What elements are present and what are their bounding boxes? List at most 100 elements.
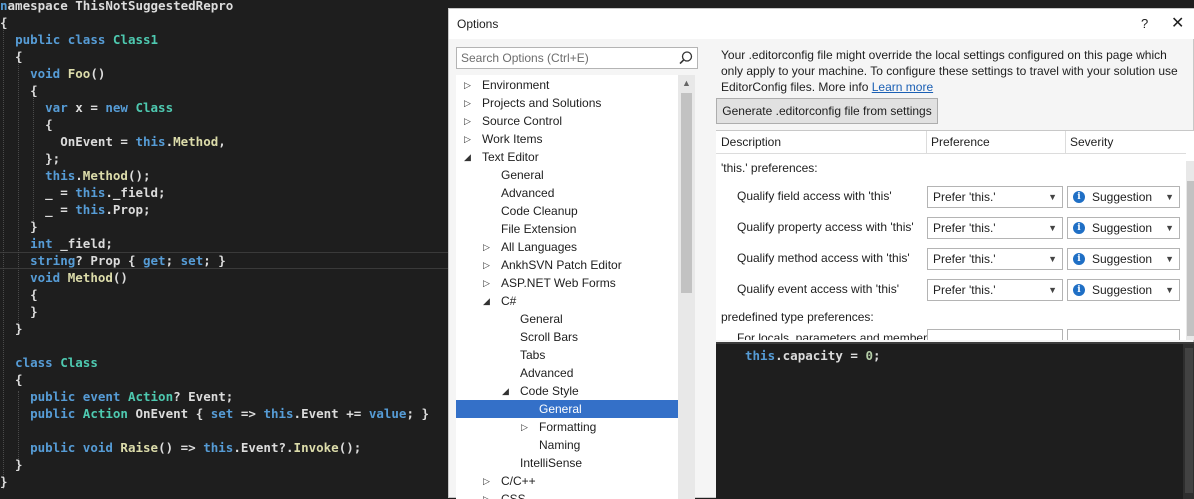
code-line[interactable]: namespace ThisNotSuggestedRepro [0, 0, 233, 14]
collapse-arrow-icon[interactable]: ◢ [502, 382, 512, 400]
code-line[interactable]: } [0, 473, 8, 490]
column-description[interactable]: Description [721, 135, 781, 149]
scrollbar-thumb[interactable] [1185, 348, 1193, 493]
code-line[interactable]: } [0, 456, 23, 473]
severity-dropdown[interactable]: i Suggestion ▼ [1067, 217, 1180, 239]
tree-item[interactable]: ▷ Work Items [456, 130, 678, 148]
tree-item[interactable]: IntelliSense [456, 454, 678, 472]
code-line[interactable]: } [0, 218, 38, 235]
tree-item[interactable]: ▷ Formatting [456, 418, 678, 436]
tree-item[interactable]: ▷ Projects and Solutions [456, 94, 678, 112]
code-line[interactable]: void Method() [0, 269, 128, 286]
close-button[interactable]: ✕ [1171, 13, 1184, 33]
code-editor[interactable]: namespace ThisNotSuggestedRepro{ public … [0, 0, 448, 498]
code-line[interactable]: _ = this.Prop; [0, 201, 150, 218]
search-options-box[interactable]: Search Options (Ctrl+E) [456, 47, 698, 69]
code-line[interactable]: public event Action? Event; [0, 388, 233, 405]
generate-editorconfig-button[interactable]: Generate .editorconfig file from setting… [716, 98, 938, 124]
chevron-down-icon[interactable]: ▼ [1048, 249, 1057, 269]
code-line[interactable]: public void Raise() => this.Event?.Invok… [0, 439, 361, 456]
expand-arrow-icon[interactable]: ▷ [521, 418, 531, 436]
code-line[interactable]: { [0, 371, 23, 388]
chevron-down-icon[interactable]: ▼ [1165, 187, 1174, 207]
search-icon[interactable] [677, 49, 695, 67]
tree-item[interactable]: ▷ All Languages [456, 238, 678, 256]
chevron-down-icon[interactable]: ▼ [1165, 218, 1174, 238]
tree-item[interactable]: General [456, 310, 678, 328]
tree-item[interactable]: Naming [456, 436, 678, 454]
tree-item[interactable]: ▷ C/C++ [456, 472, 678, 490]
tree-item[interactable]: ◢ Text Editor [456, 148, 678, 166]
code-line[interactable]: int _field; [0, 235, 113, 252]
scrollbar-thumb[interactable] [1187, 181, 1194, 336]
code-line[interactable]: void Foo() [0, 65, 105, 82]
chevron-down-icon[interactable]: ▼ [1048, 187, 1057, 207]
learn-more-link[interactable]: Learn more [872, 80, 933, 94]
partial-severity-dropdown[interactable] [1067, 329, 1180, 340]
tree-item[interactable]: General [456, 400, 678, 418]
preference-dropdown[interactable]: Prefer 'this.' ▼ [927, 248, 1063, 270]
code-line[interactable]: class Class [0, 354, 98, 371]
code-line[interactable]: { [0, 286, 38, 303]
partial-preference-dropdown[interactable] [927, 329, 1063, 340]
collapse-arrow-icon[interactable]: ◢ [464, 148, 474, 166]
preference-dropdown[interactable]: Prefer 'this.' ▼ [927, 279, 1063, 301]
chevron-down-icon[interactable]: ▼ [1048, 280, 1057, 300]
code-token: Action [82, 406, 136, 421]
severity-dropdown[interactable]: i Suggestion ▼ [1067, 186, 1180, 208]
column-preference[interactable]: Preference [931, 135, 990, 149]
options-tree[interactable]: ▷ Environment ▷ Projects and Solutions ▷ Sour… [456, 75, 678, 499]
collapse-arrow-icon[interactable]: ◢ [483, 292, 493, 310]
tree-item[interactable]: ▷ AnkhSVN Patch Editor [456, 256, 678, 274]
tree-item[interactable]: Advanced [456, 184, 678, 202]
tree-item[interactable]: Advanced [456, 364, 678, 382]
expand-arrow-icon[interactable]: ▷ [483, 238, 493, 256]
code-line[interactable]: { [0, 14, 8, 31]
scrollbar-thumb[interactable] [681, 93, 692, 293]
help-button[interactable]: ? [1141, 16, 1148, 31]
expand-arrow-icon[interactable]: ▷ [483, 274, 493, 292]
tree-item[interactable]: ▷ Source Control [456, 112, 678, 130]
expand-arrow-icon[interactable]: ▷ [464, 94, 474, 112]
tree-scrollbar[interactable]: ▲ [678, 75, 695, 499]
code-line[interactable]: _ = this._field; [0, 184, 165, 201]
code-line[interactable]: } [0, 320, 23, 337]
tree-item[interactable]: ▷ ASP.NET Web Forms [456, 274, 678, 292]
expand-arrow-icon[interactable]: ▷ [464, 76, 474, 94]
column-severity[interactable]: Severity [1070, 135, 1113, 149]
tree-item[interactable]: Tabs [456, 346, 678, 364]
code-line[interactable]: { [0, 116, 53, 133]
preview-scrollbar[interactable] [1183, 344, 1194, 499]
tree-item[interactable]: General [456, 166, 678, 184]
code-line[interactable]: public Action OnEvent { set => this.Even… [0, 405, 429, 422]
code-line[interactable]: public class Class1 [0, 31, 158, 48]
tree-item[interactable]: ▷ Environment [456, 76, 678, 94]
search-input[interactable]: Search Options (Ctrl+E) [461, 51, 589, 65]
code-line[interactable]: this.Method(); [0, 167, 150, 184]
expand-arrow-icon[interactable]: ▷ [483, 256, 493, 274]
tree-item[interactable]: Scroll Bars [456, 328, 678, 346]
code-line[interactable]: { [0, 48, 23, 65]
tree-item[interactable]: ◢ Code Style [456, 382, 678, 400]
preference-dropdown[interactable]: Prefer 'this.' ▼ [927, 186, 1063, 208]
tree-item[interactable]: File Extension [456, 220, 678, 238]
code-line[interactable]: OnEvent = this.Method, [0, 133, 226, 150]
expand-arrow-icon[interactable]: ▷ [483, 472, 493, 490]
chevron-down-icon[interactable]: ▼ [1165, 249, 1174, 269]
chevron-down-icon[interactable]: ▼ [1048, 218, 1057, 238]
code-line[interactable]: }; [0, 150, 60, 167]
code-line[interactable]: string? Prop { get; set; } [0, 252, 226, 269]
grid-scrollbar[interactable] [1186, 161, 1194, 340]
chevron-down-icon[interactable]: ▼ [1165, 280, 1174, 300]
tree-item[interactable]: Code Cleanup [456, 202, 678, 220]
code-line[interactable]: } [0, 303, 38, 320]
scroll-up-icon[interactable]: ▲ [682, 78, 691, 88]
code-line[interactable]: { [0, 82, 38, 99]
severity-dropdown[interactable]: i Suggestion ▼ [1067, 248, 1180, 270]
code-line[interactable]: var x = new Class [0, 99, 173, 116]
severity-dropdown[interactable]: i Suggestion ▼ [1067, 279, 1180, 301]
expand-arrow-icon[interactable]: ▷ [464, 112, 474, 130]
expand-arrow-icon[interactable]: ▷ [464, 130, 474, 148]
preference-dropdown[interactable]: Prefer 'this.' ▼ [927, 217, 1063, 239]
tree-item[interactable]: ◢ C# [456, 292, 678, 310]
